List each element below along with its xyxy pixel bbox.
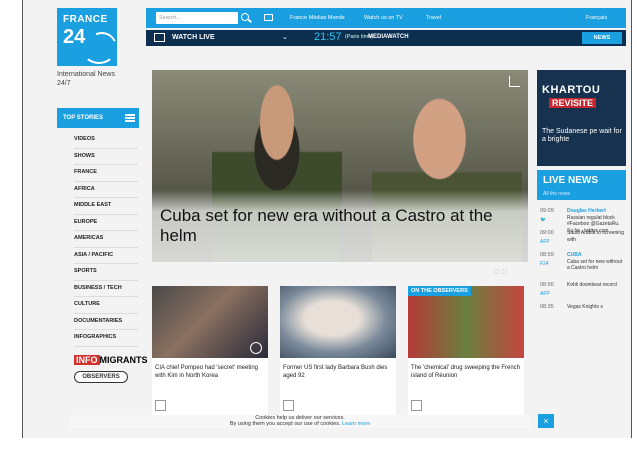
feed-time: 08:35 (540, 304, 554, 310)
sidebar-item-france[interactable]: FRANCE (74, 165, 138, 182)
play-video-icon[interactable] (250, 342, 262, 354)
sidebar-item-infographics[interactable]: INFOGRAPHICS (74, 330, 138, 347)
chevron-down-icon[interactable]: ⌄ (282, 33, 288, 41)
article-card[interactable]: ON THE OBSERVERS The 'chemical' drug swe… (408, 286, 524, 428)
link-watch-on-tv[interactable]: Watch us on TV (364, 15, 403, 21)
live-news-feed: 09:09 🐦 Douglas Herbert Russian regulat … (537, 208, 626, 326)
logo-text-france: FRANCE (63, 14, 108, 25)
link-france-medias-monde[interactable]: France Médias Monde (290, 15, 345, 21)
france24-logo[interactable]: FRANCE 24 (57, 8, 122, 67)
feed-source: AFP (540, 239, 550, 245)
clock-time: 21:57 (314, 31, 342, 43)
promo-description: The Sudanese pe wait for a brighte (542, 128, 622, 143)
sidebar-item-business-tech[interactable]: BUSINESS / TECH (74, 281, 138, 297)
article-card[interactable]: Former US first lady Barbara Bush dies a… (280, 286, 396, 428)
feed-time: 08:56 (540, 282, 554, 288)
top-stories-header[interactable]: TOP STORIES (57, 108, 139, 128)
hero-title[interactable]: Cuba set for new era without a Castro at… (160, 206, 520, 246)
share-icon[interactable] (411, 400, 422, 411)
feed-author: Douglas Herbert (567, 208, 606, 214)
cookie-text-line2: By using them you accept our use of cook… (70, 421, 530, 427)
search-icon[interactable] (241, 13, 249, 21)
info-migrants-link[interactable]: INFO MIGRANTS (74, 355, 148, 365)
sidebar-item-culture[interactable]: CULTURE (74, 297, 138, 314)
sidebar-item-europe[interactable]: EUROPE (74, 215, 138, 231)
top-stories-label: TOP STORIES (63, 115, 104, 121)
sidebar-item-shows[interactable]: SHOWS (74, 149, 138, 165)
tv-icon (154, 33, 165, 42)
article-thumbnail (152, 286, 268, 358)
feed-body: Cuba set for new without a Castro helm (567, 258, 623, 272)
current-program[interactable]: MEDIAWATCH (368, 34, 409, 40)
sidebar-item-videos[interactable]: VIDEOS (74, 132, 138, 149)
share-icon[interactable] (155, 400, 166, 411)
promo-title: KHARTOU (542, 84, 601, 96)
sidebar-item-documentaries[interactable]: DOCUMENTARIES (74, 314, 138, 330)
promo-khartoum[interactable]: KHARTOU REVISITE The Sudanese pe wait fo… (537, 70, 626, 166)
list-item[interactable]: 08:59 F24 CUBA Cuba set for new without a… (537, 252, 626, 280)
sidebar-item-africa[interactable]: AFRICA (74, 182, 138, 198)
search-input[interactable]: Search... (156, 12, 238, 24)
feed-time: 09:00 (540, 230, 554, 236)
feed-text: CUBA Cuba set for new without a Castro he… (567, 252, 625, 272)
logo-wave-icon (83, 38, 115, 64)
list-item[interactable]: 08:35 Vegas Knights s (537, 304, 626, 324)
share-icon[interactable] (509, 76, 520, 87)
list-item[interactable]: 09:09 🐦 Douglas Herbert Russian regulat … (537, 208, 626, 234)
feed-tag: CUBA (567, 252, 582, 258)
brand-tagline: International News 24/7 (57, 71, 115, 87)
sidebar-item-middle-east[interactable]: MIDDLE EAST (74, 198, 138, 215)
sidebar-item-sports[interactable]: SPORTS (74, 264, 138, 281)
cookie-text: By using them you accept our use of cook… (229, 421, 341, 427)
live-news-subtitle: All the news (543, 191, 570, 197)
migrants-badge-label: MIGRANTS (99, 355, 148, 365)
observers-link[interactable]: OBSERVERS (74, 371, 128, 383)
hamburger-menu-icon[interactable] (125, 114, 135, 122)
link-travel[interactable]: Travel (426, 15, 441, 21)
feed-source: AFP (540, 291, 550, 297)
info-badge: INFO (74, 355, 100, 365)
feed-time: 08:59 (540, 252, 554, 258)
observers-label: ON THE OBSERVERS (408, 286, 471, 296)
feed-body: Vegas Knights s (567, 304, 603, 310)
link-language-francais[interactable]: Français (586, 15, 607, 21)
feed-body: Saudi Arabia to screening with (567, 230, 624, 243)
tab-news[interactable]: NEWS (582, 32, 622, 44)
share-icon[interactable] (283, 400, 294, 411)
article-thumbnail: ON THE OBSERVERS (408, 286, 524, 358)
carousel-controls[interactable]: ▢ ▢ (494, 268, 507, 275)
logo-text-24: 24 (63, 26, 86, 48)
article-thumbnail (280, 286, 396, 358)
watch-live-bar: WATCH LIVE ⌄ 21:57 (Paris time) MEDIAWAT… (146, 30, 626, 46)
hero-article[interactable]: Cuba set for new era without a Castro at… (152, 70, 528, 262)
top-navigation-bar: Search... France Médias Monde Watch us o… (146, 8, 626, 28)
twitter-icon: 🐦 (540, 217, 547, 223)
sidebar-item-americas[interactable]: AMERICAS (74, 231, 138, 248)
feed-body: Kohli downbeat record (567, 282, 617, 288)
watch-live-button[interactable]: WATCH LIVE (172, 34, 215, 41)
list-item[interactable]: 08:56 AFP Kohli downbeat record (537, 282, 626, 302)
frame-bottom (22, 438, 632, 456)
article-caption[interactable]: The 'chemical' drug sweeping the French … (411, 364, 521, 380)
list-item[interactable]: 09:00 AFP Saudi Arabia to screening with (537, 230, 626, 250)
live-news-title: LIVE NEWS (543, 175, 599, 186)
article-caption[interactable]: CIA chief Pompeo had 'secret' meeting wi… (155, 364, 265, 380)
article-caption[interactable]: Former US first lady Barbara Bush dies a… (283, 364, 393, 380)
article-card[interactable]: CIA chief Pompeo had 'secret' meeting wi… (152, 286, 268, 428)
promo-subtitle: REVISITE (549, 98, 597, 108)
feed-time: 09:09 (540, 208, 554, 214)
cookie-banner: Cookies help us deliver our services. By… (70, 415, 530, 428)
menu-grid-icon[interactable] (264, 14, 273, 21)
sidebar-nav: VIDEOS SHOWS FRANCE AFRICA MIDDLE EAST E… (74, 132, 138, 347)
close-button[interactable]: × (538, 414, 554, 428)
learn-more-link[interactable]: Learn more (342, 421, 370, 427)
feed-source: F24 (540, 261, 549, 267)
live-news-header[interactable]: LIVE NEWS All the news (537, 170, 626, 200)
sidebar-item-asia-pacific[interactable]: ASIA / PACIFIC (74, 248, 138, 264)
